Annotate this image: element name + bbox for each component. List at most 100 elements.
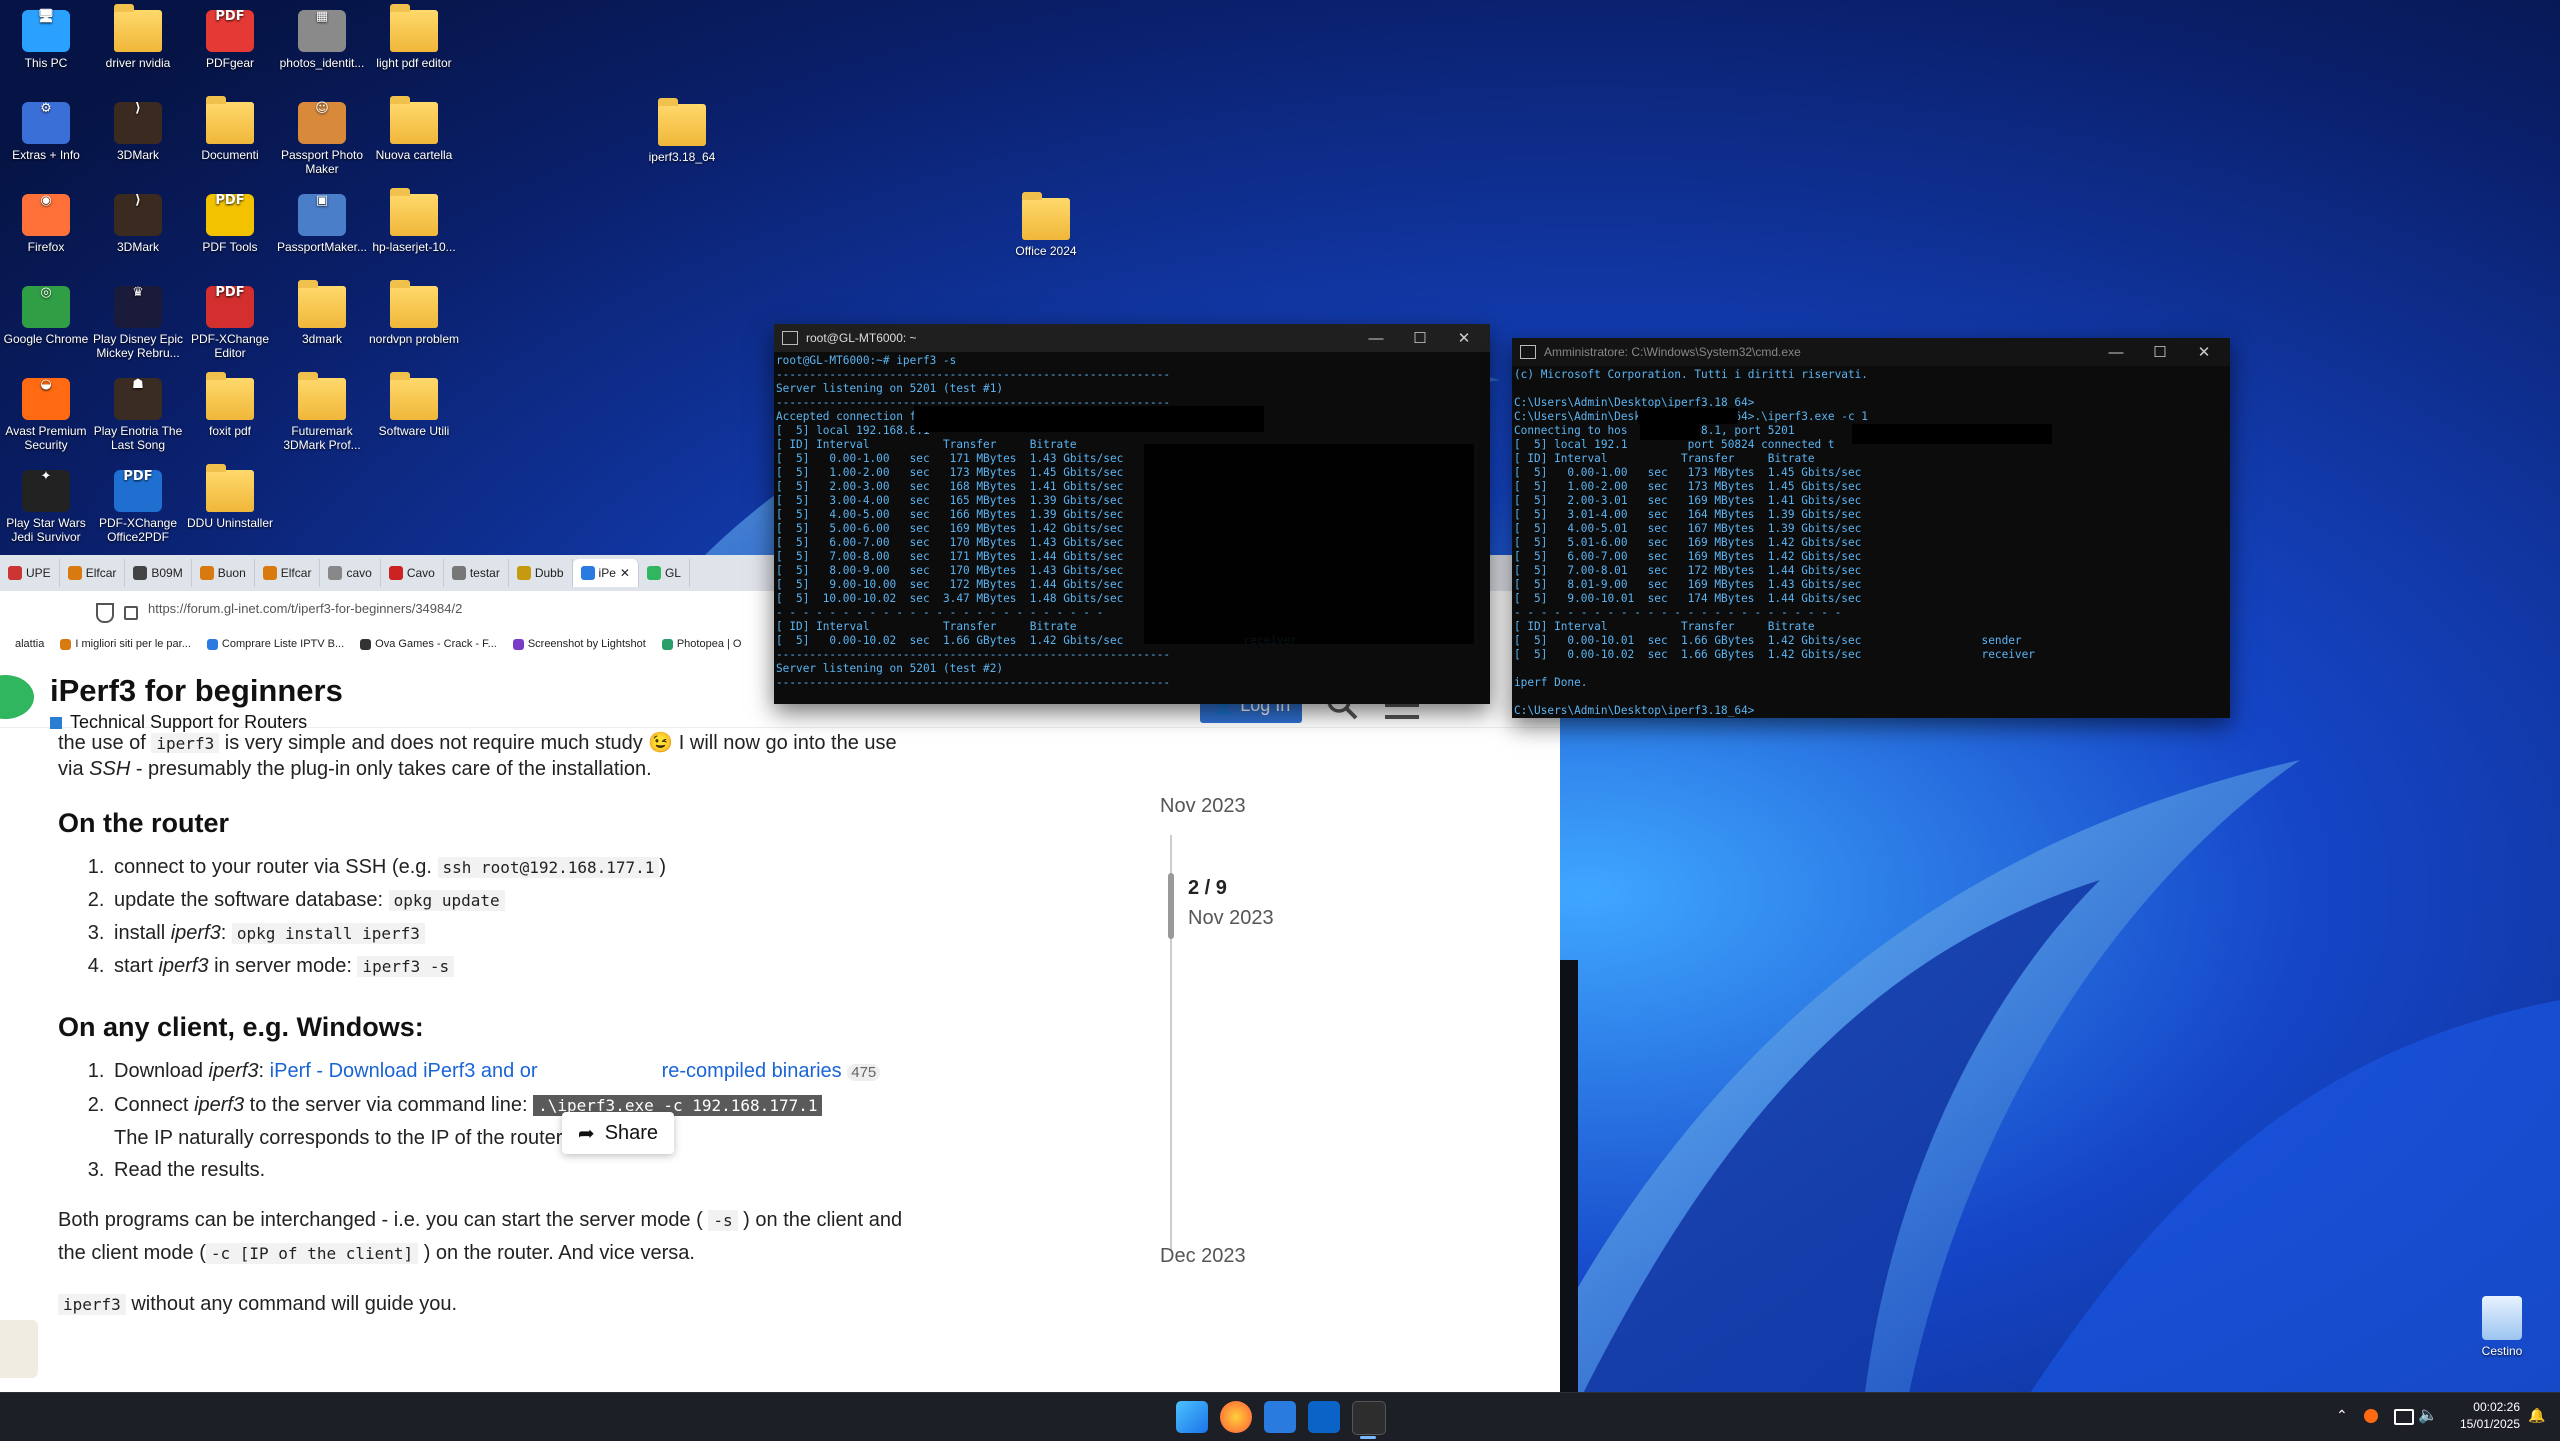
favicon-icon xyxy=(580,566,595,580)
desktop-icon[interactable]: hp-laserjet-10... xyxy=(368,188,460,254)
iperf-download-link-tail[interactable]: re-compiled binaries xyxy=(662,1060,842,1082)
browser-tab[interactable]: testar xyxy=(444,559,509,587)
close-tab-icon[interactable]: ✕ xyxy=(620,566,630,580)
browser-tab[interactable]: Buon xyxy=(192,559,255,587)
desktop-icon-iperf3-folder[interactable]: iperf3.18_64 xyxy=(636,98,728,164)
close-button[interactable]: ✕ xyxy=(1442,324,1486,352)
desktop-icon[interactable]: DDU Uninstaller xyxy=(184,464,276,530)
terminal-titlebar[interactable]: root@GL-MT6000: ~ — ☐ ✕ xyxy=(774,324,1490,352)
maximize-button[interactable]: ☐ xyxy=(1398,324,1442,352)
share-popup-button[interactable]: ➦ Share xyxy=(562,1112,674,1154)
desktop-icon[interactable]: ♛ Play Disney Epic Mickey Rebru... xyxy=(92,286,184,361)
desktop-icon[interactable]: ◉ Firefox xyxy=(0,194,92,254)
browser-tab[interactable]: Elfcar xyxy=(60,559,126,587)
desktop-icon[interactable]: 🖥 This PC xyxy=(0,10,92,70)
desktop-icon[interactable]: PDF PDFgear xyxy=(184,10,276,71)
folder-icon xyxy=(298,280,346,328)
desktop-icon[interactable]: Nuova cartella xyxy=(368,96,460,162)
desktop-icon[interactable]: ⚙ Extras + Info xyxy=(0,102,92,163)
file-explorer-icon[interactable] xyxy=(1264,1401,1296,1433)
timeline-end-date[interactable]: Dec 2023 xyxy=(1160,1245,1246,1268)
bookmark-item[interactable]: Photopea | O xyxy=(661,638,741,650)
chevron-up-icon[interactable]: ⌃ xyxy=(2336,1407,2348,1424)
system-clock[interactable]: 00:02:26 15/01/2025 xyxy=(2430,1399,2520,1433)
user-avatar[interactable] xyxy=(0,1320,38,1378)
desktop-icon[interactable]: foxit pdf xyxy=(184,372,276,438)
desktop-icon[interactable]: ◒ Avast Premium Security xyxy=(0,378,92,453)
emphasis: iperf3 xyxy=(194,1094,245,1116)
browser-tab[interactable]: Dubb xyxy=(509,559,573,587)
desktop-icon[interactable]: PDF PDF-XChange Office2PDF xyxy=(92,470,184,545)
iperf-download-link[interactable]: iPerf - Download iPerf3 and or xyxy=(270,1060,538,1082)
desktop-icon[interactable]: driver nvidia xyxy=(92,4,184,70)
terminal-titlebar[interactable]: Amministratore: C:\Windows\System32\cmd.… xyxy=(1512,338,2230,366)
browser-tab[interactable]: GL xyxy=(639,559,690,587)
terminal-icon xyxy=(782,331,798,345)
list-item: update the software database: opkg updat… xyxy=(110,884,1058,917)
firefox-icon[interactable] xyxy=(1220,1401,1252,1433)
terminal-output[interactable]: (c) Microsoft Corporation. Tutti i dirit… xyxy=(1512,366,2230,718)
minimize-button[interactable]: — xyxy=(2094,338,2138,366)
desktop-icon-label: photos_identit... xyxy=(279,56,365,70)
bookmark-item[interactable]: Screenshot by Lightshot xyxy=(512,638,646,650)
network-icon[interactable] xyxy=(2394,1409,2414,1425)
text: to the server via command line: xyxy=(249,1094,528,1116)
desktop-icon[interactable]: ☺ Passport Photo Maker xyxy=(276,102,368,177)
close-button[interactable]: ✕ xyxy=(2182,338,2226,366)
timeline-handle[interactable] xyxy=(1168,873,1174,939)
emphasis: iperf3 xyxy=(208,1060,259,1082)
terminal-line: C:\Users\Admin\Desktop\iperf3.18_64> xyxy=(1514,704,1755,717)
browser-tab[interactable]: B09M xyxy=(125,559,192,587)
desktop-icon-office-folder[interactable]: Office 2024 xyxy=(1000,192,1092,258)
minimize-button[interactable]: — xyxy=(1354,324,1398,352)
list-item: Download iperf3: iPerf - Download iPerf3… xyxy=(110,1055,1058,1089)
bookmark-favicon-icon xyxy=(661,638,673,650)
windows-start-icon[interactable] xyxy=(1176,1401,1208,1433)
desktop-icon[interactable]: ☗ Play Enotria The Last Song xyxy=(92,378,184,453)
browser-tab[interactable]: Cavo xyxy=(381,559,444,587)
avast-tray-icon[interactable] xyxy=(2364,1409,2378,1423)
outlook-icon[interactable] xyxy=(1308,1401,1340,1433)
desktop-icon[interactable]: ✦ Play Star Wars Jedi Survivor xyxy=(0,470,92,545)
shield-icon[interactable] xyxy=(96,603,114,623)
bookmark-item[interactable]: Comprare Liste IPTV B... xyxy=(206,638,344,650)
desktop-icon[interactable]: ▣ PassportMaker... xyxy=(276,194,368,255)
desktop-icon[interactable]: light pdf editor xyxy=(368,4,460,70)
desktop-icon[interactable]: ⟩ 3DMark xyxy=(92,194,184,254)
desktop-icon[interactable]: PDF PDF-XChange Editor xyxy=(184,286,276,361)
bookmark-favicon-icon xyxy=(206,638,218,650)
text: The IP naturally corresponds to the IP o… xyxy=(114,1127,567,1149)
browser-tab[interactable]: cavo xyxy=(320,559,381,587)
text: connect to your router via SSH (e.g. xyxy=(114,856,432,878)
desktop-icon[interactable]: PDF PDF Tools xyxy=(184,194,276,255)
notification-bell-icon[interactable]: 🔔 xyxy=(2528,1407,2545,1424)
bookmark-item[interactable]: alattia xyxy=(0,638,44,650)
browser-tab[interactable]: UPE xyxy=(0,559,60,587)
desktop-icon[interactable]: ◎ Google Chrome xyxy=(0,286,92,347)
desktop-icon[interactable]: 3dmark xyxy=(276,280,368,346)
desktop-icon-recycle-bin[interactable]: Cestino xyxy=(2456,1296,2548,1358)
desktop-icon[interactable]: Documenti xyxy=(184,96,276,162)
terminal-title: root@GL-MT6000: ~ xyxy=(806,331,917,345)
lock-icon[interactable] xyxy=(124,606,138,620)
desktop-icon[interactable]: nordvpn problem xyxy=(368,280,460,346)
desktop-icon[interactable]: Futuremark 3DMark Prof... xyxy=(276,372,368,452)
maximize-button[interactable]: ☐ xyxy=(2138,338,2182,366)
bookmark-item[interactable]: Ova Games - Crack - F... xyxy=(360,638,497,650)
bookmark-favicon-icon xyxy=(512,638,524,650)
url-field[interactable]: https://forum.gl-inet.com/t/iperf3-for-b… xyxy=(148,601,462,616)
browser-tab[interactable]: Elfcar xyxy=(255,559,321,587)
timeline-start-date[interactable]: Nov 2023 xyxy=(1160,795,1246,818)
terminal-taskbar-icon[interactable] xyxy=(1352,1401,1386,1435)
app-icon: ♛ xyxy=(114,286,162,328)
desktop-icon[interactable]: ⟩ 3DMark xyxy=(92,102,184,162)
desktop-icon[interactable]: ▦ photos_identit... xyxy=(276,10,368,71)
bookmark-item[interactable]: I migliori siti per le par... xyxy=(60,638,191,650)
favicon-icon xyxy=(67,566,82,580)
browser-tab[interactable]: iPe ✕ xyxy=(572,559,639,587)
topic-title[interactable]: iPerf3 for beginners xyxy=(50,673,343,709)
desktop-icon[interactable]: Software Utili xyxy=(368,372,460,438)
forum-logo[interactable] xyxy=(0,675,34,719)
inline-code: iperf3 xyxy=(151,733,220,753)
